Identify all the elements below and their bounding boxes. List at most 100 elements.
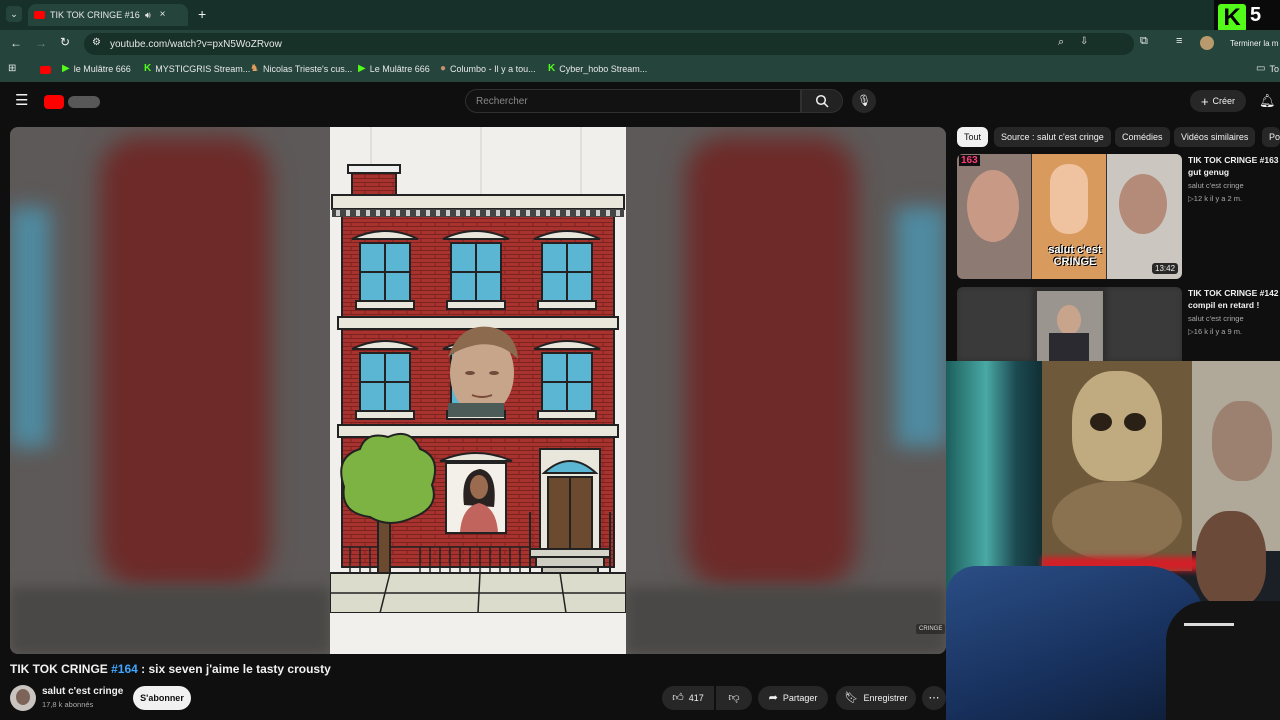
blurred-window bbox=[896, 207, 946, 447]
install-icon[interactable]: ⇩ bbox=[1080, 37, 1088, 47]
headset-mic bbox=[1184, 623, 1234, 626]
back-icon[interactable]: ← bbox=[10, 37, 22, 49]
thumb-face bbox=[1119, 174, 1167, 234]
save-label: Enregistrer bbox=[863, 693, 908, 703]
create-label: Créer bbox=[1212, 96, 1236, 106]
notifications-bell-icon[interactable]: 🔔︎ bbox=[1259, 94, 1276, 107]
more-actions-button[interactable]: ⋯ bbox=[922, 686, 946, 710]
chip-overflow[interactable]: Po bbox=[1262, 127, 1280, 147]
brick-building-illustration bbox=[330, 127, 626, 654]
bookmark-item-3[interactable]: ♞ Nicolas Trieste's cus... bbox=[250, 64, 353, 75]
chip-comedies[interactable]: Comédies bbox=[1115, 127, 1170, 147]
dislike-button[interactable]: 👎︎ bbox=[716, 686, 752, 710]
recommended-title[interactable]: TIK TOK CRINGE #142 : compil en retard ! bbox=[1188, 287, 1280, 311]
bookmark-item-6[interactable]: K Cyber_hobo Stream... bbox=[548, 63, 648, 75]
blurred-ground bbox=[10, 587, 330, 654]
folder-icon: ▭ bbox=[1256, 63, 1266, 74]
save-button[interactable]: 🔖︎ Enregistrer bbox=[836, 686, 916, 710]
bookmark-item-2[interactable]: K MYSTICGRIS Stream... bbox=[144, 63, 251, 75]
title-hashtag[interactable]: #164 bbox=[111, 662, 138, 676]
subscribe-button[interactable]: S'abonner bbox=[133, 686, 191, 710]
thumb-figure bbox=[1050, 164, 1088, 234]
create-button[interactable]: + Créer bbox=[1190, 90, 1246, 112]
episode-badge: 163 bbox=[959, 155, 980, 166]
youtube-logo[interactable] bbox=[44, 95, 102, 109]
more-horizontal-icon: ⋯ bbox=[928, 691, 940, 704]
browser-tab-bar: ⌄ TIK TOK CRINGE #164 : six 🔊︎ × + K 5 bbox=[0, 0, 1280, 36]
bookmark-label: Cyber_hobo Stream... bbox=[559, 64, 648, 74]
thumb-face bbox=[1057, 305, 1081, 335]
logo-doodle bbox=[68, 96, 100, 108]
reload-icon[interactable]: ↻ bbox=[60, 36, 70, 48]
globe-icon: ● bbox=[440, 63, 447, 74]
site-info-icon[interactable]: ⚙︎ bbox=[92, 38, 101, 48]
browser-tab-active[interactable]: TIK TOK CRINGE #164 : six 🔊︎ × bbox=[28, 4, 188, 26]
bookmark-label: le Mulâtre 666 bbox=[73, 64, 131, 74]
chip-tout[interactable]: Tout bbox=[957, 127, 989, 147]
subscriber-count: 17,8 k abonnés bbox=[42, 700, 94, 709]
video-player[interactable]: CRINGE bbox=[10, 127, 946, 654]
reading-list-icon[interactable]: ≡ bbox=[1176, 36, 1182, 47]
k-logo-icon: K bbox=[1218, 4, 1246, 32]
channel-name[interactable]: salut c'est cringe bbox=[42, 686, 123, 697]
webcam-overlay bbox=[946, 361, 1280, 720]
like-button[interactable]: 👍︎ 417 bbox=[662, 686, 714, 710]
share-button[interactable]: ➦ Partager bbox=[758, 686, 828, 710]
bookmark-item-4[interactable]: ▶ Le Mulâtre 666 bbox=[358, 64, 430, 75]
kick-icon: K bbox=[548, 63, 556, 74]
recommended-title[interactable]: TIK TOK CRINGE #163 : gut genug bbox=[1188, 154, 1280, 178]
bookmark-label: MYSTICGRIS Stream... bbox=[155, 64, 251, 74]
thumbnail-brand-text: salut c'est CRINGE bbox=[1048, 244, 1102, 268]
like-count: 417 bbox=[688, 693, 704, 703]
zoom-icon[interactable]: ⌕ bbox=[1058, 37, 1064, 48]
bookmark-folder-overflow[interactable]: ▭ To bbox=[1256, 63, 1279, 75]
chip-similar-videos[interactable]: Vidéos similaires bbox=[1174, 127, 1256, 147]
bookmark-item-1[interactable]: ▶ le Mulâtre 666 bbox=[62, 64, 131, 75]
close-tab-icon[interactable]: × bbox=[160, 10, 166, 20]
poster-face bbox=[1212, 401, 1272, 481]
chip-source[interactable]: Source : salut c'est cringe bbox=[994, 127, 1111, 147]
profile-avatar[interactable] bbox=[1200, 36, 1214, 50]
new-tab-icon[interactable]: + bbox=[198, 7, 206, 21]
address-bar[interactable]: ⚙︎ youtube.com/watch?v=pxN5WoZRvow ⌕ ⇩ bbox=[84, 33, 1134, 55]
recommended-thumbnail[interactable]: 163 salut c'est CRINGE 13:42 bbox=[957, 154, 1182, 279]
speaker-icon[interactable]: 🔊︎ bbox=[145, 10, 151, 20]
thumb-panel-left bbox=[957, 154, 1031, 279]
apps-grid-icon[interactable]: ⊞ bbox=[8, 64, 16, 74]
extensions-icon[interactable]: ⧉ bbox=[1140, 36, 1148, 47]
k5-number: 5 bbox=[1250, 4, 1262, 26]
forward-icon[interactable]: → bbox=[35, 37, 47, 49]
title-line: compil en retard ! bbox=[1188, 300, 1260, 310]
recommended-channel[interactable]: salut c'est cringe bbox=[1188, 181, 1244, 190]
kick-icon: K bbox=[144, 63, 152, 74]
blurred-wall bbox=[100, 137, 270, 587]
terminate-label[interactable]: Terminer la m bbox=[1230, 39, 1280, 48]
search-button[interactable] bbox=[801, 89, 843, 113]
search-input[interactable]: Rechercher bbox=[465, 89, 801, 113]
channel-avatar[interactable] bbox=[10, 685, 36, 711]
skull-coil bbox=[1052, 481, 1182, 561]
blurred-wall bbox=[686, 137, 856, 587]
bookmark-label: Columbo - Il y a tou... bbox=[450, 64, 536, 74]
recommended-channel[interactable]: salut c'est cringe bbox=[1188, 314, 1244, 323]
hamburger-menu-icon[interactable]: ☰ bbox=[15, 93, 28, 108]
streamer-body bbox=[1166, 601, 1280, 720]
tab-list-chevron-icon[interactable]: ⌄ bbox=[6, 6, 22, 22]
meta-text: 16 k il y a 9 m. bbox=[1193, 327, 1243, 336]
bookmark-label: Nicolas Trieste's cus... bbox=[262, 64, 353, 74]
youtube-favicon-icon bbox=[34, 11, 45, 19]
recommended-thumbnail[interactable] bbox=[957, 287, 1182, 361]
voice-search-button[interactable]: 🎙︎ bbox=[852, 89, 876, 113]
url-text: youtube.com/watch?v=pxN5WoZRvow bbox=[110, 38, 282, 50]
thumbs-up-icon: 👍︎ bbox=[672, 691, 684, 704]
bookmark-item-5[interactable]: ● Columbo - Il y a tou... bbox=[440, 63, 536, 75]
blurred-ground bbox=[626, 587, 946, 654]
bookmark-label: Le Mulâtre 666 bbox=[369, 64, 430, 74]
subscribe-label: S'abonner bbox=[140, 693, 184, 703]
blurred-backdrop-right bbox=[626, 127, 946, 654]
tab-title: TIK TOK CRINGE #164 : six bbox=[50, 10, 140, 20]
youtube-bookmark-icon[interactable] bbox=[40, 66, 51, 74]
bookmark-icon: 🔖︎ bbox=[844, 691, 859, 704]
microphone-icon: 🎙︎ bbox=[857, 94, 871, 107]
share-label: Partager bbox=[782, 693, 818, 703]
